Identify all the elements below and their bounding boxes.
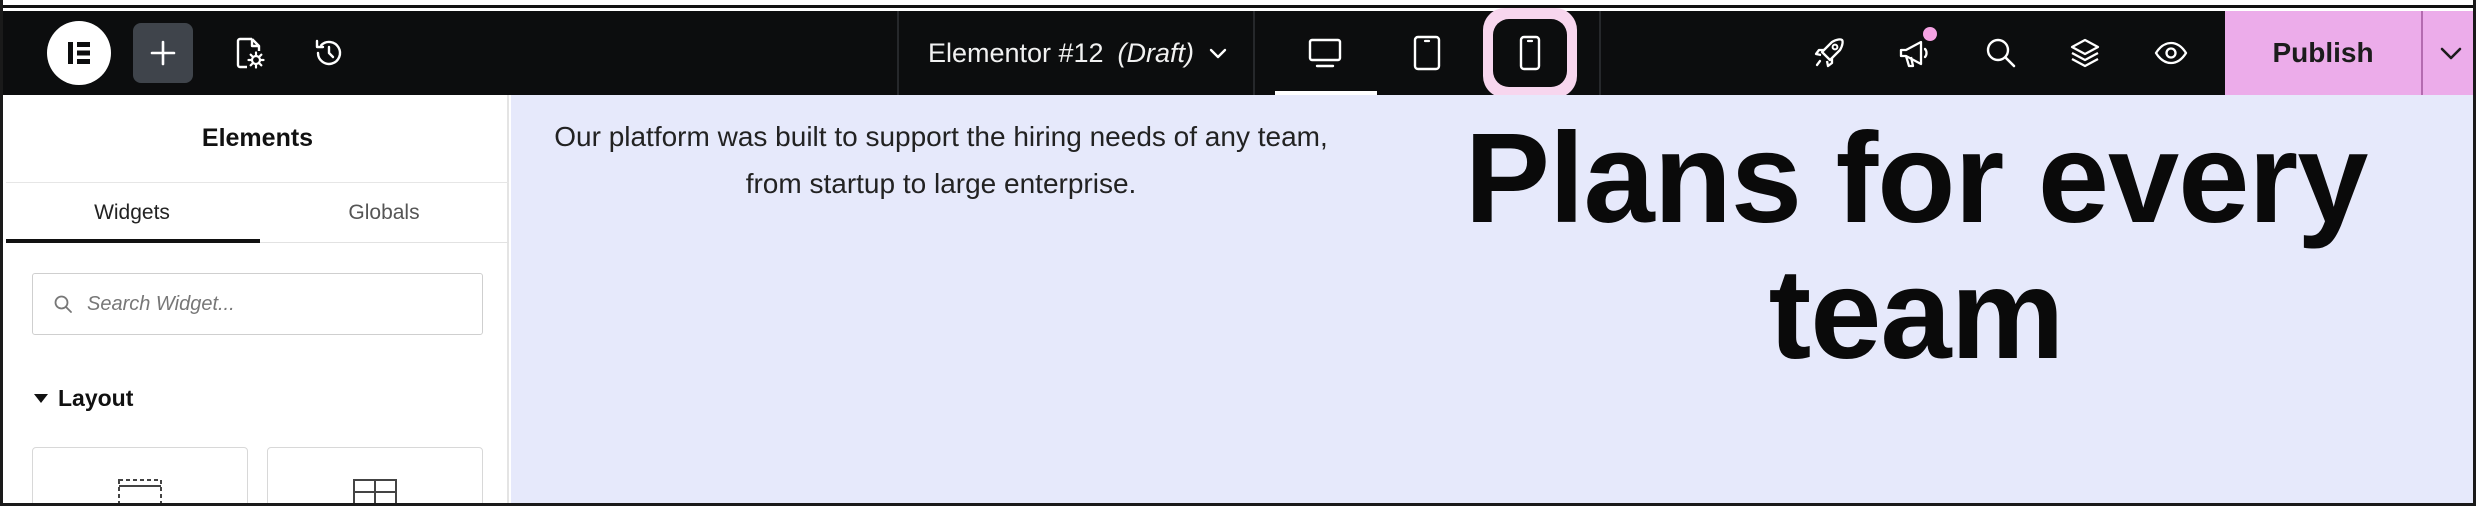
launch-button[interactable]: [1801, 25, 1857, 81]
intro-paragraph: Our platform was built to support the hi…: [554, 121, 1328, 199]
preview-button[interactable]: [2143, 25, 2199, 81]
category-label: Layout: [58, 385, 134, 411]
divider: [1599, 11, 1601, 95]
document-title: Elementor #12: [927, 37, 1104, 68]
caret-down-icon: [34, 394, 48, 403]
device-tablet-button[interactable]: [1397, 23, 1457, 83]
desktop-icon: [1308, 38, 1342, 68]
megaphone-icon: [1899, 40, 1928, 68]
elements-panel: Elements Widgets Globals Layout: [6, 95, 509, 503]
search-widget-input[interactable]: [87, 292, 467, 316]
notification-dot: [1923, 27, 1937, 41]
plus-icon: [150, 40, 176, 66]
publish-button[interactable]: Publish: [2225, 11, 2421, 95]
document-title-menu[interactable]: Elementor #12 (Draft): [903, 11, 1253, 95]
device-desktop-button[interactable]: [1295, 23, 1355, 83]
tab-widgets[interactable]: Widgets: [6, 183, 258, 243]
page-settings-button[interactable]: [221, 25, 277, 81]
add-element-button[interactable]: [133, 23, 193, 83]
chevron-down-icon: [1209, 48, 1227, 59]
chevron-down-icon: [2440, 47, 2462, 60]
panel-tabs: Widgets Globals: [6, 183, 509, 243]
widget-container-card[interactable]: [32, 447, 248, 503]
tab-globals[interactable]: Globals: [258, 183, 510, 243]
document-status: (Draft): [1117, 37, 1195, 68]
tablet-icon: [1413, 35, 1441, 71]
layers-icon: [2070, 38, 2100, 68]
editor-window: Elementor #12 (Draft) Publish Elements W…: [0, 0, 2476, 506]
mobile-icon: [1519, 35, 1541, 71]
whats-new-button[interactable]: [1887, 25, 1943, 81]
finder-button[interactable]: [1973, 25, 2029, 81]
category-layout-toggle[interactable]: Layout: [34, 385, 133, 412]
history-button[interactable]: [301, 25, 357, 81]
grid-icon: [353, 479, 397, 503]
widget-search-box: [32, 273, 483, 335]
hero-heading: Plans for every team: [1464, 107, 2369, 386]
top-bar: Elementor #12 (Draft) Publish: [3, 8, 2473, 98]
active-tab-indicator: [6, 239, 260, 243]
container-icon: [118, 479, 162, 503]
elementor-logo-icon[interactable]: [47, 21, 111, 85]
structure-button[interactable]: [2057, 25, 2113, 81]
divider: [1253, 11, 1255, 95]
window-top-edge: [3, 0, 2473, 8]
history-icon: [315, 39, 342, 66]
widget-grid-card[interactable]: [267, 447, 483, 503]
publish-options-button[interactable]: [2423, 11, 2473, 95]
eye-icon: [2154, 41, 2188, 65]
device-mobile-button[interactable]: [1493, 19, 1567, 87]
panel-title: Elements: [6, 95, 509, 183]
rocket-icon: [1814, 38, 1844, 68]
page-settings-icon: [236, 37, 265, 69]
preview-canvas[interactable]: Our platform was built to support the hi…: [511, 95, 2473, 503]
divider: [897, 11, 899, 95]
search-icon: [1986, 38, 2016, 68]
search-icon: [54, 295, 72, 313]
